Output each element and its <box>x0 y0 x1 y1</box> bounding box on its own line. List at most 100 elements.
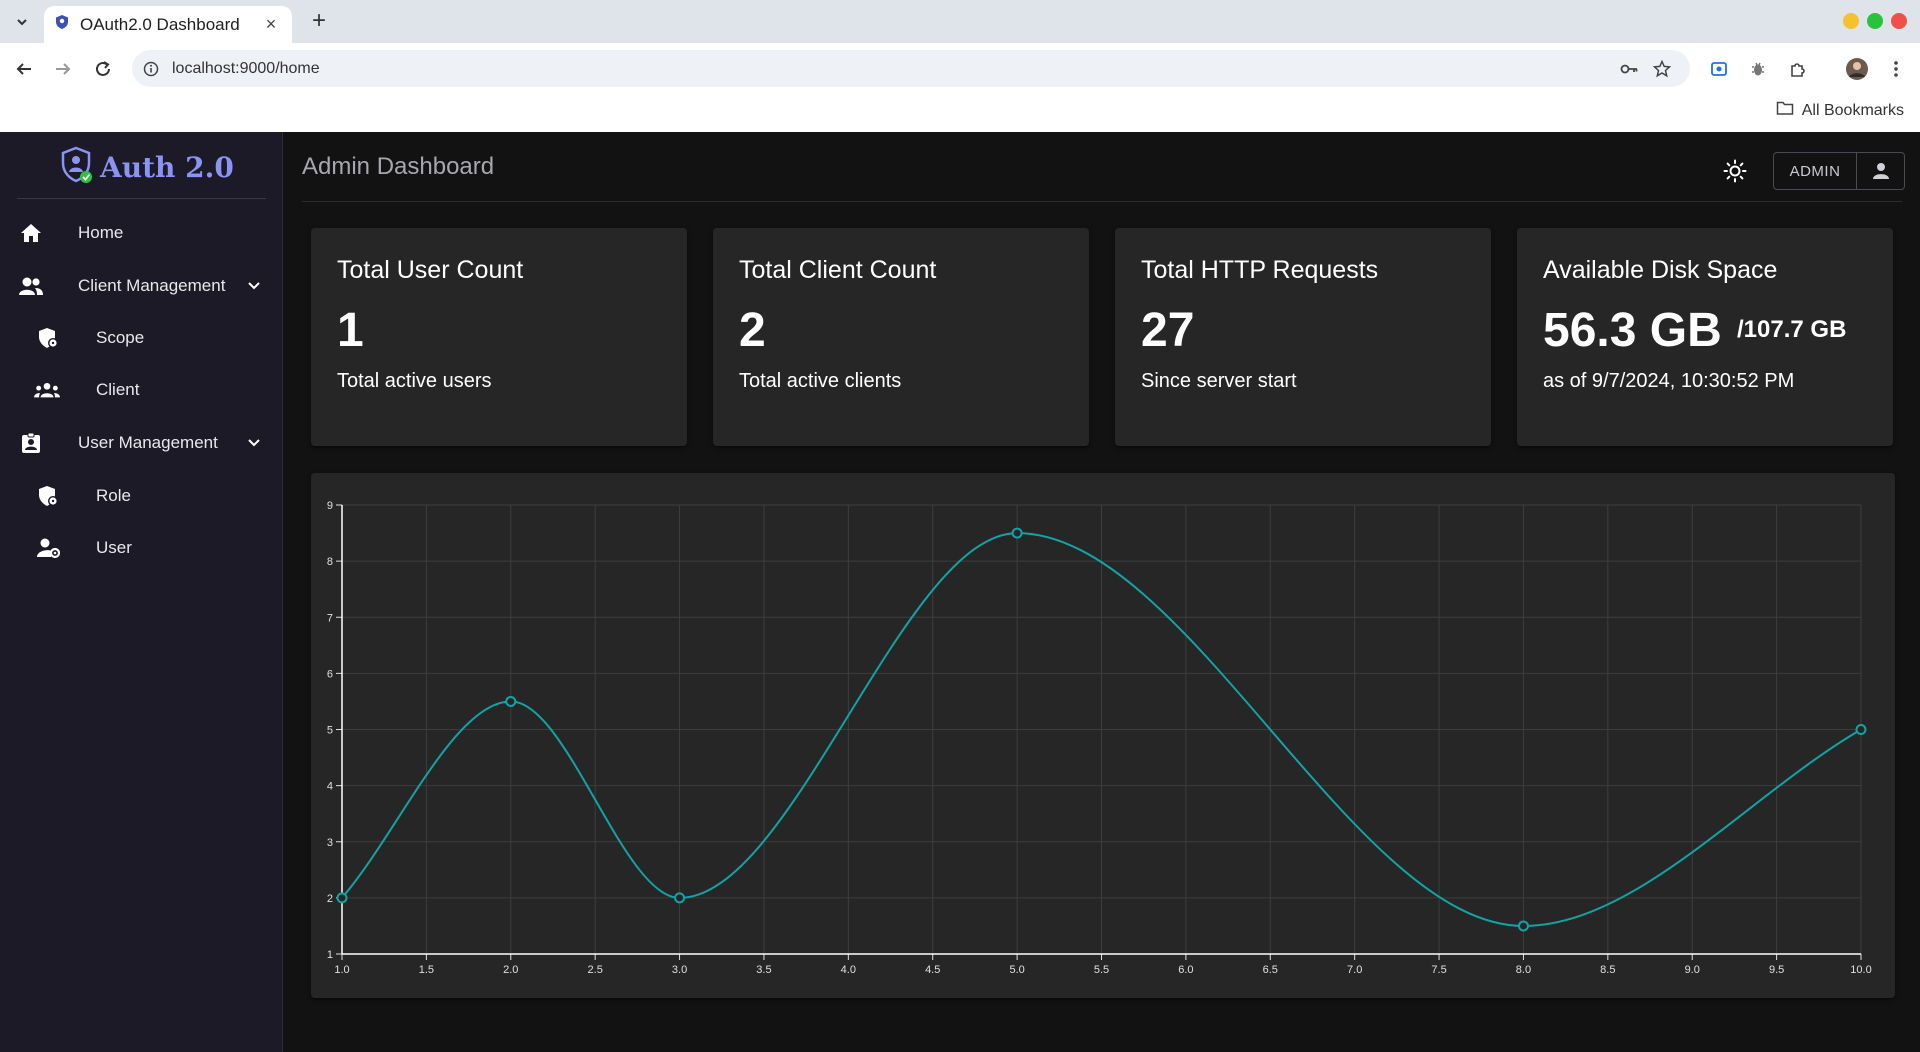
tab-close-icon[interactable]: × <box>260 14 282 35</box>
x-tick-label: 4.0 <box>841 964 856 976</box>
theme-toggle-sun-icon[interactable] <box>1720 156 1750 186</box>
groups-icon <box>34 377 60 403</box>
card-title: Total Client Count <box>739 256 937 284</box>
x-tick-label: 7.0 <box>1347 964 1362 976</box>
y-tick-label: 4 <box>327 781 333 793</box>
url-text: localhost:9000/home <box>172 59 320 77</box>
window-close-button[interactable] <box>1891 13 1907 29</box>
chart-axes: 1.0 1.5 2.0 2.5 3.0 3.5 4.0 4.5 5.0 5.5 6.0 6.5 7.0 7… <box>327 500 1872 976</box>
sidebar-item-user[interactable]: User <box>0 523 283 573</box>
browser-menu-kebab-icon[interactable] <box>1883 56 1909 82</box>
people-icon <box>18 273 44 299</box>
sidebar-item-label: Role <box>96 486 131 505</box>
line-chart: 1.0 1.5 2.0 2.5 3.0 3.5 4.0 4.5 5.0 5.5 6.0 6.5 7.0 7… <box>327 500 1872 976</box>
site-info-icon[interactable] <box>140 58 162 80</box>
back-arrow-icon[interactable] <box>9 54 39 84</box>
stat-card-http-requests: Total HTTP Requests 27 Since server star… <box>1115 228 1491 446</box>
sidebar-item-client[interactable]: Client <box>0 365 283 415</box>
x-tick-label: 2.5 <box>588 964 603 976</box>
sidebar: Auth 2.0 Home Client Management Scope Cl… <box>0 132 283 1052</box>
sidebar-item-label: Scope <box>96 328 145 347</box>
header-divider <box>302 201 1902 202</box>
browser-tab[interactable]: OAuth2.0 Dashboard × <box>44 6 292 43</box>
x-tick-label: 5.0 <box>1009 964 1024 976</box>
x-tick-label: 8.5 <box>1600 964 1615 976</box>
x-tick-label: 1.5 <box>419 964 434 976</box>
reload-icon[interactable] <box>88 54 118 84</box>
page-title: Admin Dashboard <box>302 153 495 180</box>
stat-card-clients: Total Client Count 2 Total active client… <box>713 228 1089 446</box>
x-tick-label: 9.0 <box>1685 964 1700 976</box>
x-tick-label: 7.5 <box>1431 964 1446 976</box>
data-point <box>336 892 348 904</box>
shield-user-logo-icon <box>60 146 94 189</box>
all-bookmarks-button[interactable]: All Bookmarks <box>1776 100 1904 121</box>
sidebar-item-scope[interactable]: Scope <box>0 313 283 363</box>
tab-title: OAuth2.0 Dashboard <box>80 14 240 34</box>
sidebar-item-label: Client Management <box>78 276 226 295</box>
home-icon <box>18 220 44 246</box>
window-minimize-button[interactable] <box>1843 13 1859 29</box>
bookmark-star-icon[interactable] <box>1651 58 1673 80</box>
app-root: Auth 2.0 Home Client Management Scope Cl… <box>0 132 1920 1052</box>
tab-search-chevron-icon[interactable] <box>10 10 34 34</box>
extensions-puzzle-icon[interactable] <box>1785 56 1811 82</box>
sidebar-item-client-management[interactable]: Client Management <box>0 261 283 311</box>
sidebar-item-role[interactable]: Role <box>0 471 283 521</box>
screen-capture-extension-icon[interactable] <box>1706 56 1732 82</box>
folder-icon <box>1776 100 1794 121</box>
x-tick-label: 6.0 <box>1178 964 1193 976</box>
new-tab-button[interactable]: + <box>306 7 332 35</box>
card-subtitle: Total active clients <box>739 370 902 392</box>
data-point <box>674 892 686 904</box>
y-tick-label: 2 <box>327 893 333 905</box>
y-tick-label: 8 <box>327 556 333 568</box>
badge-icon <box>18 430 44 456</box>
card-total: /107.7 GB <box>1737 316 1847 343</box>
stat-card-disk-space: Available Disk Space 56.3 GB /107.7 GB a… <box>1517 228 1893 446</box>
data-point <box>1517 920 1529 932</box>
card-subtitle: as of 9/7/2024, 10:30:52 PM <box>1543 370 1795 392</box>
main-content: Admin Dashboard ADMIN Total User Count 1 <box>283 132 1920 1052</box>
sidebar-item-home[interactable]: Home <box>0 208 283 258</box>
card-title: Total User Count <box>337 256 524 284</box>
browser-address-bar: localhost:9000/home <box>0 43 1920 94</box>
x-tick-label: 5.5 <box>1094 964 1109 976</box>
sidebar-item-user-management[interactable]: User Management <box>0 418 283 468</box>
shield-icon <box>35 325 61 351</box>
y-tick-label: 5 <box>327 725 333 737</box>
sidebar-item-label: Home <box>78 223 124 242</box>
sidebar-item-label: Client <box>96 380 140 399</box>
card-subtitle: Since server start <box>1141 370 1297 392</box>
x-tick-label: 3.5 <box>756 964 771 976</box>
url-omnibox[interactable]: localhost:9000/home <box>132 50 1690 87</box>
stat-card-users: Total User Count 1 Total active users <box>311 228 687 446</box>
window-maximize-button[interactable] <box>1867 13 1883 29</box>
card-value: 1 <box>337 304 364 357</box>
forward-arrow-icon[interactable] <box>48 54 78 84</box>
chevron-down-icon[interactable] <box>244 276 264 296</box>
chart-grid <box>341 504 1862 955</box>
sidebar-divider <box>17 198 266 199</box>
x-tick-label: 10.0 <box>1850 964 1871 976</box>
browser-tab-bar: OAuth2.0 Dashboard × + <box>0 0 1920 43</box>
logo-text: Auth 2.0 <box>100 151 234 184</box>
app-logo[interactable]: Auth 2.0 <box>60 146 234 189</box>
profile-avatar-icon[interactable] <box>1844 56 1870 82</box>
admin-button[interactable]: ADMIN <box>1774 153 1857 189</box>
card-title: Available Disk Space <box>1543 256 1778 284</box>
password-key-icon[interactable] <box>1618 58 1640 80</box>
x-tick-label: 1.0 <box>334 964 349 976</box>
bookmarks-bar: All Bookmarks <box>0 94 1920 132</box>
y-tick-label: 1 <box>327 949 333 961</box>
data-point <box>1011 527 1023 539</box>
chevron-down-icon[interactable] <box>244 433 264 453</box>
account-icon[interactable] <box>1857 153 1904 189</box>
y-tick-label: 7 <box>327 612 333 624</box>
card-title: Total HTTP Requests <box>1141 256 1379 284</box>
bug-extension-icon[interactable] <box>1745 56 1771 82</box>
user-gear-icon <box>35 535 61 561</box>
sidebar-item-label: User <box>96 538 132 557</box>
y-tick-label: 9 <box>327 500 333 512</box>
tab-favicon-shield-icon <box>54 14 70 35</box>
